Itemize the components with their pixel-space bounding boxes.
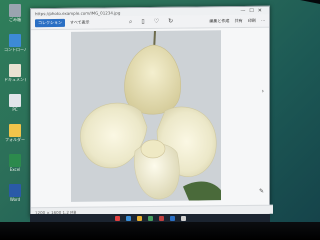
more-button[interactable]: ···	[261, 18, 265, 23]
desktop-icon-label: PC	[12, 107, 18, 112]
window-controls[interactable]: —☐✕	[240, 8, 266, 14]
word-icon	[9, 184, 21, 197]
desktop-icon-folder[interactable]: フォルダー	[4, 124, 26, 148]
document-icon	[9, 64, 21, 77]
taskbar-app-icon[interactable]	[125, 215, 131, 221]
rotate-icon[interactable]: ↻	[168, 18, 182, 25]
desktop-icon-excel[interactable]: Excel	[4, 154, 26, 178]
desktop-icon-label: Word	[9, 197, 21, 202]
next-arrow-icon[interactable]: ›	[262, 88, 264, 95]
desktop-icon-documents[interactable]: ドキュメント	[4, 64, 26, 88]
desktop-icon-label: ドキュメント	[4, 77, 26, 82]
orchid-photo	[71, 30, 221, 202]
taskbar-app-icon[interactable]	[158, 215, 164, 221]
desktop-icon-control-panel[interactable]: コントロール	[4, 34, 26, 58]
monitor-bezel	[0, 222, 320, 240]
print-button[interactable]: 印刷	[248, 18, 256, 23]
monitor-screen: ごみ箱 コントロール ドキュメント PC フォルダー Excel Word ht…	[0, 0, 320, 226]
recycle-bin-icon	[9, 4, 21, 17]
taskbar-app-icon[interactable]	[169, 215, 175, 221]
desktop-icon-label: ごみ箱	[9, 17, 21, 22]
taskbar-app-icon[interactable]	[136, 215, 142, 221]
edit-pencil-icon[interactable]: ✎	[259, 188, 264, 195]
taskbar	[30, 214, 270, 222]
taskbar-app-icon[interactable]	[114, 215, 120, 221]
taskbar-app-icon[interactable]	[147, 215, 153, 221]
desktop-icon-label: フォルダー	[5, 137, 25, 142]
window-title: https://photo.example.com/IMG_01234.jpg	[35, 9, 121, 16]
desktop-icon-label: コントロール	[4, 47, 26, 52]
orchid-image	[71, 30, 221, 202]
excel-icon	[9, 154, 21, 167]
desktop-icon-word[interactable]: Word	[4, 184, 26, 208]
share-button[interactable]: 共有	[235, 18, 243, 23]
photo-viewer-window: https://photo.example.com/IMG_01234.jpg …	[30, 5, 273, 218]
desktop-icons: ごみ箱 コントロール ドキュメント PC フォルダー Excel Word	[4, 4, 26, 214]
toolbar-icons[interactable]: ⌕▯♡↻	[129, 18, 182, 27]
image-viewer: › ✎	[31, 27, 269, 209]
desktop-icon-label: Excel	[9, 167, 21, 172]
control-panel-icon	[9, 34, 21, 47]
desktop-icon-pc[interactable]: PC	[4, 94, 26, 118]
edit-create-button[interactable]: 編集と作成	[209, 18, 229, 23]
delete-icon[interactable]: ▯	[141, 18, 153, 25]
toolbar-right: 編集と作成 共有 印刷 ···	[205, 18, 265, 25]
heart-icon[interactable]: ♡	[154, 18, 168, 25]
view-all-label[interactable]: すべて表示	[70, 20, 90, 26]
taskbar-app-icon[interactable]	[180, 215, 186, 221]
collection-button[interactable]: コレクション	[35, 18, 65, 28]
computer-icon	[9, 94, 21, 107]
zoom-in-icon[interactable]: ⌕	[129, 18, 141, 25]
folder-icon	[9, 124, 21, 137]
desktop-icon-recycle-bin[interactable]: ごみ箱	[4, 4, 26, 28]
